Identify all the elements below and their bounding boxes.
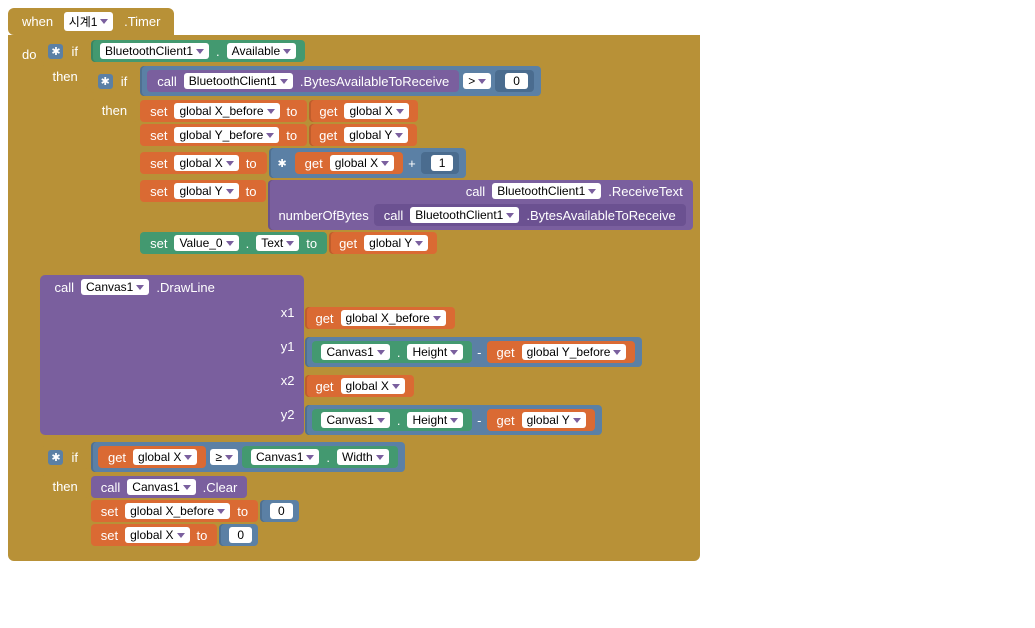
variable-dropdown[interactable]: global X [330,155,394,171]
get-block[interactable]: get global Y_before [487,341,636,363]
variable-dropdown[interactable]: global X [341,378,405,394]
variable-dropdown[interactable]: global Y [344,127,408,143]
if-header: ✱ if [90,70,140,93]
variable-dropdown[interactable]: global Y_before [174,127,279,143]
get-block[interactable]: get global X [295,152,403,174]
math-subtract-block[interactable]: Canvas1 . Height - get global Y_before [305,337,642,367]
property-dropdown[interactable]: Height [407,344,463,360]
property-get-block[interactable]: Canvas1 . Height [312,341,472,363]
chevron-down-icon [100,19,108,24]
event-when-block[interactable]: when 시계1 .Timer [8,8,174,35]
component-dropdown[interactable]: BluetoothClient1 [492,183,601,199]
then-keyword: then [90,99,139,122]
component-dropdown[interactable]: BluetoothClient1 [410,207,519,223]
component-dropdown[interactable]: Value_0 [174,235,238,251]
set-block[interactable]: set global X_before to get global X [139,99,419,123]
variable-dropdown[interactable]: global X_before [341,310,446,326]
variable-dropdown[interactable]: global Y_before [522,344,627,360]
operator-dropdown[interactable]: > [463,73,491,89]
method-call-block[interactable]: call BluetoothClient1 .BytesAvailableToR… [147,70,459,92]
variable-dropdown[interactable]: global X [344,103,408,119]
set-block[interactable]: set global X to 0 [90,523,259,547]
get-block[interactable]: get global X_before [305,307,454,329]
variable-dropdown[interactable]: global Y [364,235,428,251]
get-block[interactable]: get global X [98,446,206,468]
property-get-block[interactable]: BluetoothClient1 . Available [91,40,305,62]
gear-icon[interactable]: ✱ [48,44,63,59]
then-keyword: then [40,65,89,88]
method-call-block[interactable]: call BluetoothClient1 .ReceiveText numbe… [268,180,692,230]
method-call-block[interactable]: call BluetoothClient1 .BytesAvailableToR… [374,204,686,226]
property-dropdown[interactable]: Height [407,412,463,428]
gear-icon[interactable]: ✱ [98,74,113,89]
component-dropdown[interactable]: 시계1 [64,12,114,31]
event-method: .Timer [120,14,164,29]
component-dropdown[interactable]: Canvas1 [81,279,149,295]
compare-block[interactable]: get global X ≥ Canvas1 . Width [91,442,405,472]
arg-label: numberOfBytes [274,208,372,223]
component-dropdown[interactable]: Canvas1 [321,412,389,428]
variable-dropdown[interactable]: global Y [522,412,586,428]
number-block[interactable]: 0 [495,70,534,92]
do-keyword: do [18,39,40,62]
get-block[interactable]: get global X [309,100,417,122]
number-block[interactable]: 0 [219,524,258,546]
property-get-block[interactable]: Canvas1 . Width [242,446,398,468]
number-block[interactable]: 0 [260,500,299,522]
if-block-3[interactable]: ✱ if get global X ≥ Canvas1 . Width [40,441,405,547]
drawline-block[interactable]: call Canvas1 .DrawLine x1 y1 x2 y2 get g… [40,275,643,437]
set-block[interactable]: set global Y to call BluetoothClient1 [139,179,694,231]
component-dropdown[interactable]: Canvas1 [127,479,195,495]
then-keyword: then [40,475,89,498]
get-block[interactable]: get global Y [329,232,437,254]
set-block[interactable]: set global X_before to 0 [90,499,300,523]
compare-block[interactable]: call BluetoothClient1 .BytesAvailableToR… [140,66,541,96]
if-header: ✱ if [40,446,90,469]
property-dropdown[interactable]: Width [337,449,389,465]
component-dropdown[interactable]: BluetoothClient1 [184,73,293,89]
component-dropdown[interactable]: Canvas1 [321,344,389,360]
property-get-block[interactable]: Canvas1 . Height [312,409,472,431]
component-dropdown[interactable]: Canvas1 [251,449,319,465]
variable-dropdown[interactable]: global X [133,449,197,465]
property-dropdown[interactable]: Text [256,235,299,251]
method-call-block[interactable]: call Canvas1 .Clear [90,475,249,499]
property-dropdown[interactable]: Available [227,43,296,59]
get-block[interactable]: get global Y [487,409,595,431]
variable-dropdown[interactable]: global X [174,155,238,171]
set-property-block[interactable]: set Value_0 . Text to get global Y [139,231,438,255]
get-block[interactable]: get global X [305,375,413,397]
component-dropdown[interactable]: BluetoothClient1 [100,43,209,59]
if-block-2[interactable]: ✱ if call BluetoothClient1 .BytesAvailab… [90,65,694,255]
math-subtract-block[interactable]: Canvas1 . Height - get global Y [305,405,601,435]
set-block[interactable]: set global X to ✱ get global X [139,147,467,179]
variable-dropdown[interactable]: global Y [174,183,238,199]
gear-icon[interactable]: ✱ [48,450,63,465]
when-keyword: when [18,14,57,29]
event-do-body: do ✱ if BluetoothClient1 . Available the… [8,35,700,561]
variable-dropdown[interactable]: global X_before [174,103,279,119]
set-block[interactable]: set global Y_before to get global Y [139,123,418,147]
if-header: ✱ if [40,40,90,63]
variable-dropdown[interactable]: global X [125,527,189,543]
get-block[interactable]: get global Y [309,124,417,146]
math-add-block[interactable]: ✱ get global X + 1 [269,148,467,178]
number-block[interactable]: 1 [421,152,460,174]
variable-dropdown[interactable]: global X_before [125,503,230,519]
gear-icon[interactable]: ✱ [275,156,290,171]
if-block-1[interactable]: ✱ if BluetoothClient1 . Available then [40,39,693,261]
operator-dropdown[interactable]: ≥ [210,449,238,465]
